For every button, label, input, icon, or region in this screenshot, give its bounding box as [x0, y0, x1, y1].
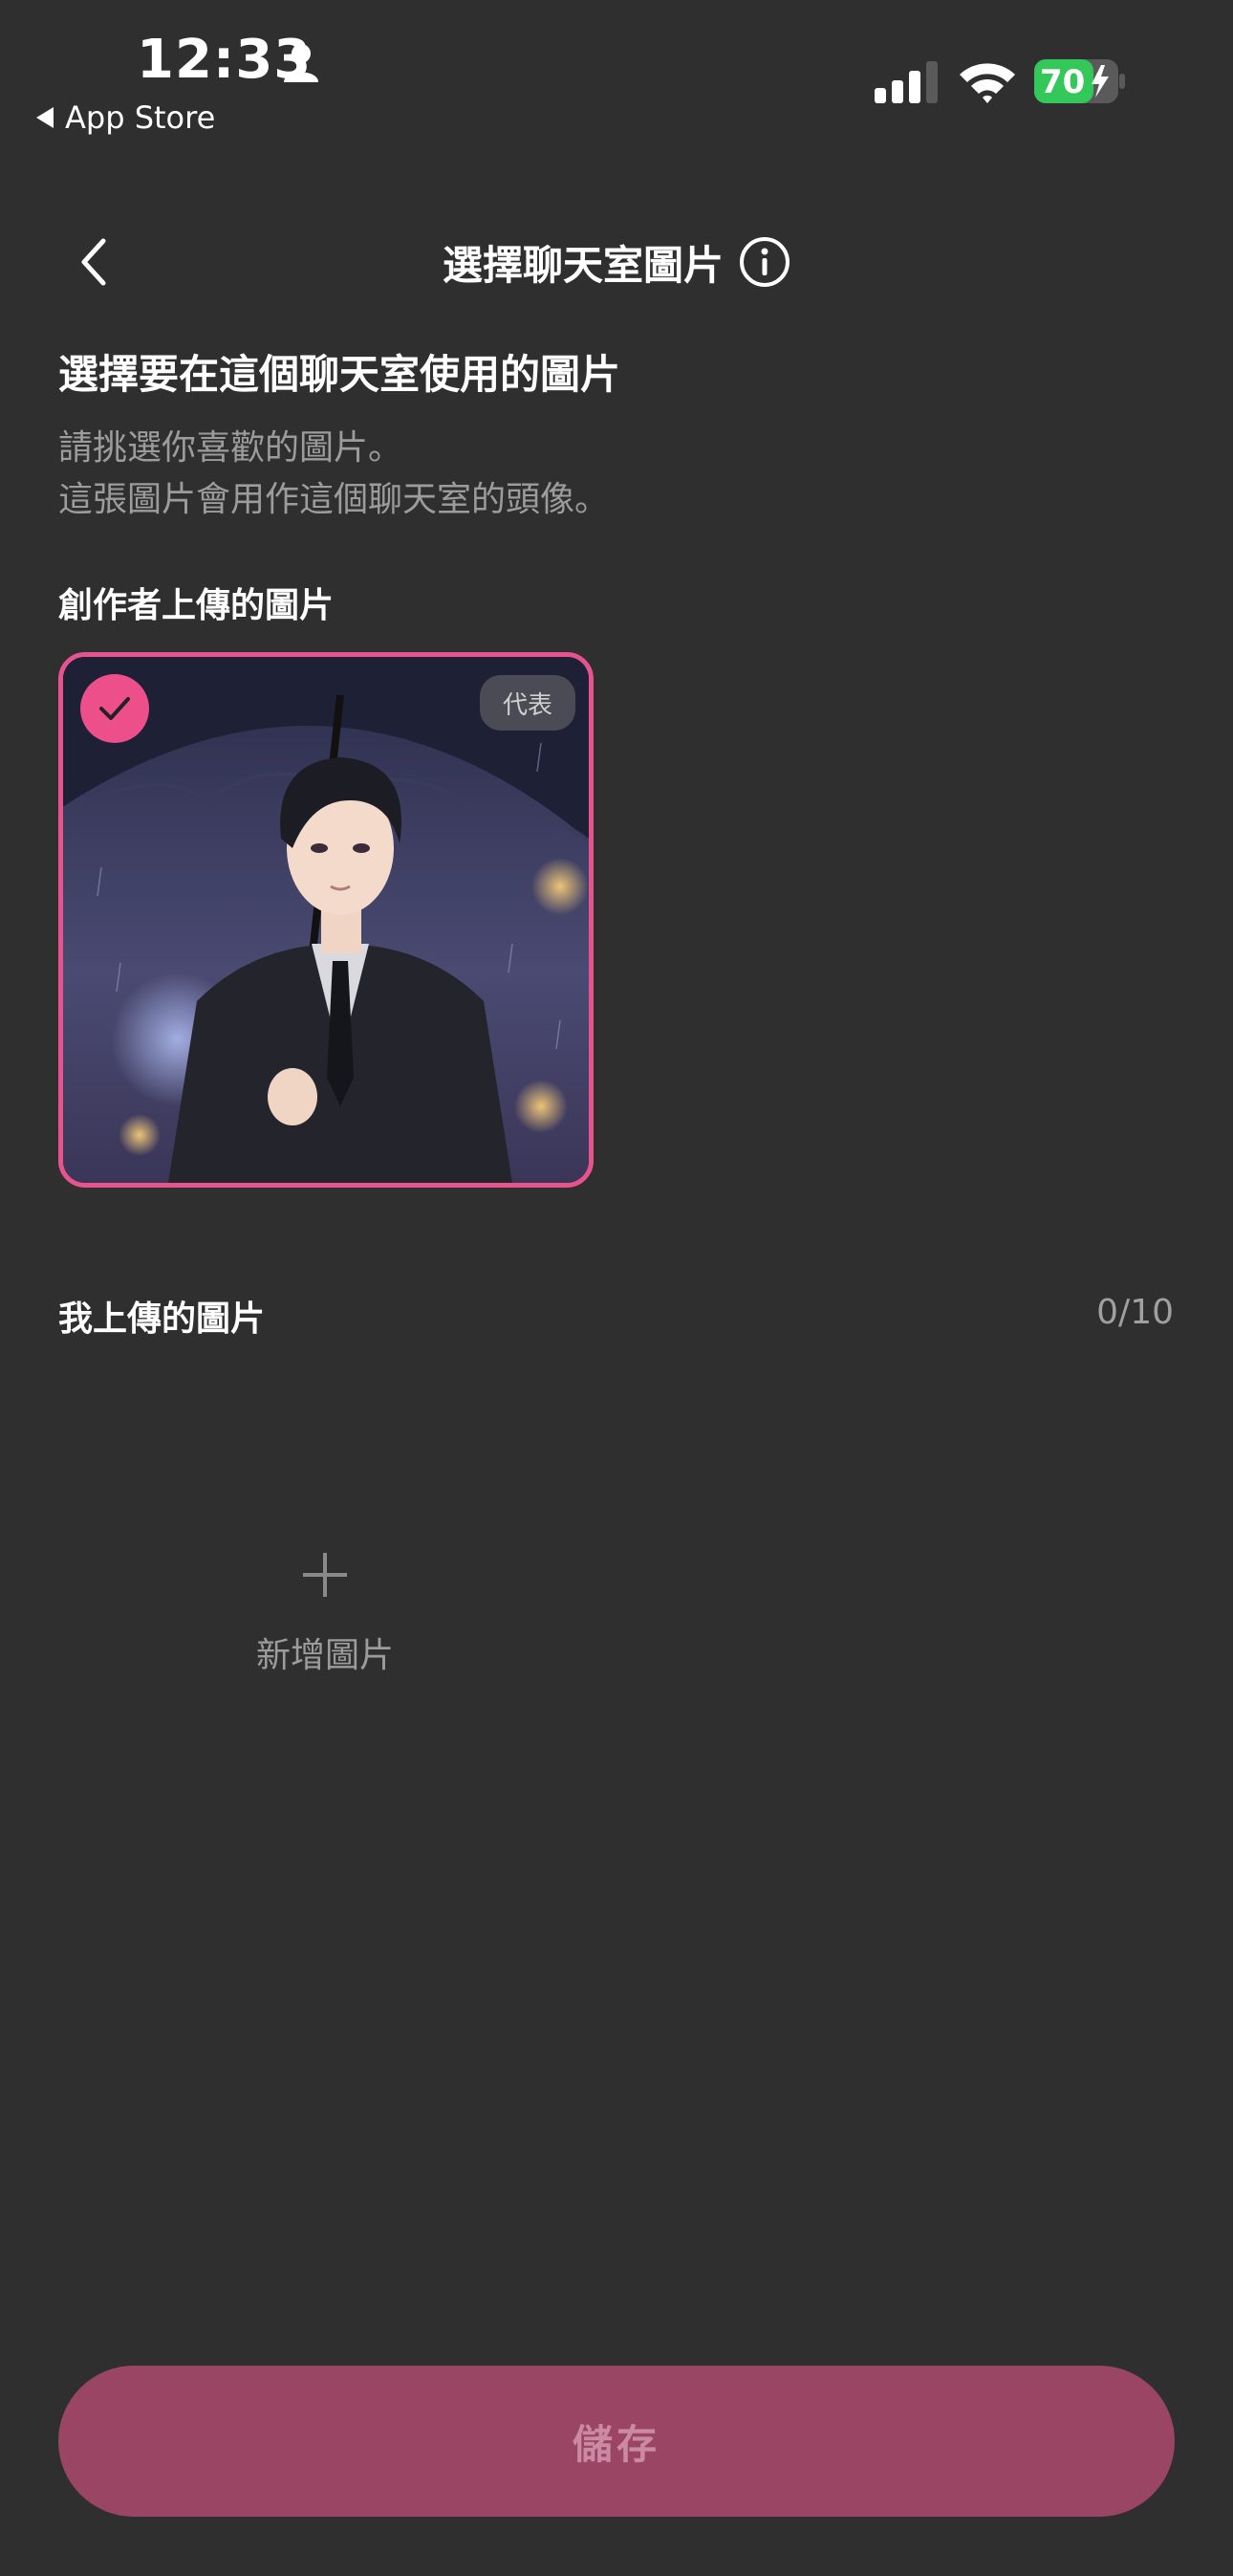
- cellular-signal-icon: [875, 61, 938, 103]
- add-image-label: 新增圖片: [255, 1636, 394, 1675]
- plus-icon: [303, 1553, 347, 1597]
- add-image-button[interactable]: 新增圖片: [191, 1549, 459, 1721]
- chevron-left-icon[interactable]: [71, 233, 119, 291]
- section-heading: 選擇要在這個聊天室使用的圖片: [58, 351, 621, 398]
- nav-title-bar: 選擇聊天室圖片: [0, 233, 1233, 291]
- description-line-2: 這張圖片會用作這個聊天室的頭像。: [58, 480, 610, 519]
- back-app-label: App Store: [65, 99, 216, 136]
- back-triangle-icon: [36, 107, 54, 128]
- description-line-1: 請挑選你喜歡的圖片。: [58, 428, 403, 468]
- character-illustration: [63, 657, 589, 1183]
- person-icon: [284, 44, 318, 82]
- selected-check-badge: [80, 674, 149, 743]
- battery-level: 70: [1040, 63, 1086, 101]
- back-to-app-store[interactable]: App Store: [36, 99, 215, 136]
- my-images-count: 0/10: [1096, 1293, 1174, 1332]
- wifi-icon: [960, 63, 1015, 103]
- save-button[interactable]: 儲存: [58, 2366, 1175, 2517]
- representative-badge: 代表: [480, 675, 575, 731]
- my-images-label: 我上傳的圖片: [58, 1299, 266, 1339]
- page-title: 選擇聊天室圖片: [442, 241, 724, 289]
- info-circle-icon[interactable]: [739, 236, 790, 288]
- description: 請挑選你喜歡的圖片。 這張圖片會用作這個聊天室的頭像。: [58, 423, 609, 526]
- checkmark-icon: [99, 697, 130, 720]
- battery-indicator: 70: [1034, 59, 1126, 103]
- creator-images-label: 創作者上傳的圖片: [58, 586, 335, 625]
